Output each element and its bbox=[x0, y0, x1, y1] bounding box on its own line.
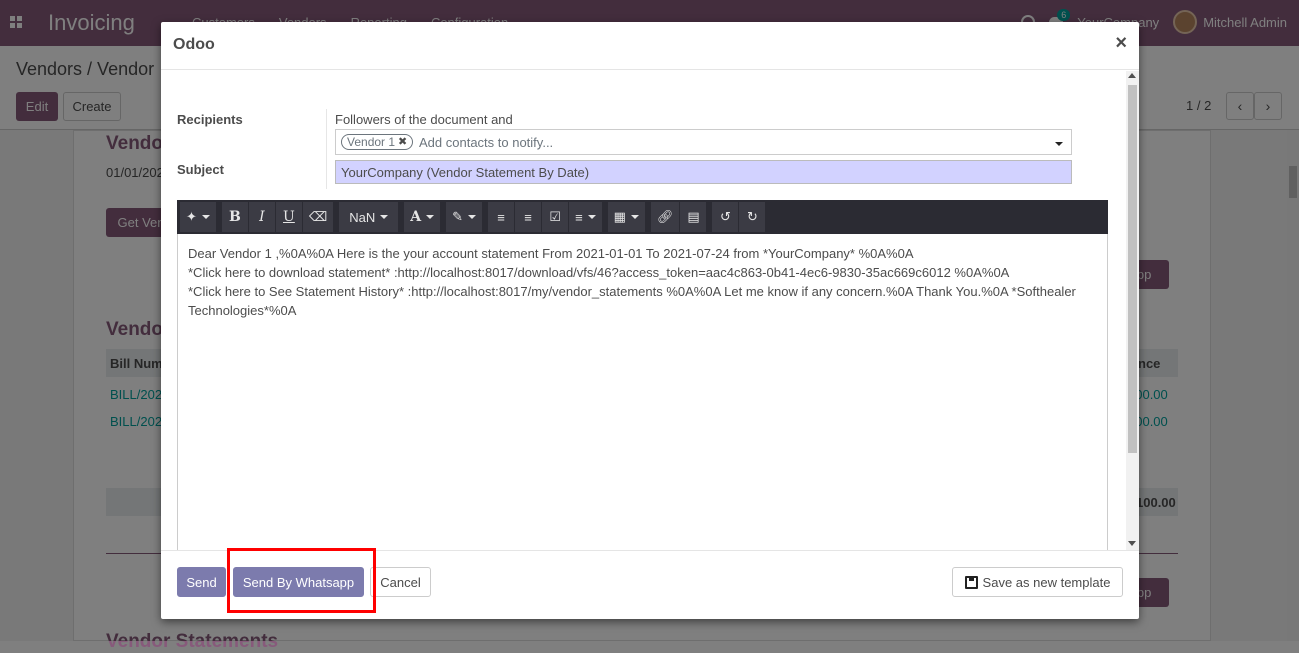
modal-scrollbar[interactable] bbox=[1126, 71, 1139, 550]
followers-text: Followers of the document and bbox=[335, 112, 513, 127]
body-line: *Click here to download statement* :http… bbox=[188, 265, 1010, 280]
email-body-editor[interactable]: Dear Vendor 1 ,%0A%0A Here is the your a… bbox=[177, 234, 1108, 550]
table-icon: ▦ bbox=[613, 209, 626, 224]
highlight-annotation bbox=[227, 548, 376, 613]
save-template-button[interactable]: Save as new template bbox=[952, 567, 1123, 597]
italic-button[interactable]: I bbox=[248, 202, 276, 232]
underline-icon: U bbox=[283, 209, 295, 225]
highlight-color-dropdown[interactable]: ✎ bbox=[446, 202, 484, 232]
underline-button[interactable]: U bbox=[275, 202, 303, 232]
image-button[interactable]: ▤ bbox=[680, 202, 708, 232]
scroll-down-icon[interactable] bbox=[1128, 541, 1136, 546]
floppy-disk-icon bbox=[964, 575, 978, 589]
body-line: *Click here to See Statement History* :h… bbox=[188, 284, 1076, 318]
eraser-icon: ⌫ bbox=[308, 209, 328, 224]
recipients-input[interactable]: Vendor 1 ✖ Add contacts to notify... bbox=[335, 129, 1072, 155]
save-template-label: Save as new template bbox=[982, 574, 1111, 590]
eraser-button[interactable]: ⌫ bbox=[302, 202, 335, 232]
style-dropdown[interactable]: ✦ bbox=[180, 202, 217, 232]
list-ul-icon: ≡ bbox=[497, 209, 505, 225]
italic-icon: I bbox=[259, 209, 265, 225]
cancel-button[interactable]: Cancel bbox=[370, 567, 431, 597]
recipient-tag-label: Vendor 1 bbox=[347, 135, 396, 149]
bullet-list-button[interactable]: ≡ bbox=[488, 202, 516, 232]
editor-toolbar: ✦ B I U ⌫ NaN A ✎ ≡ ≡ ☑ ≡ ▦ 🔗︎ ▤ ↺ ↻ bbox=[177, 200, 1108, 234]
redo-button[interactable]: ↻ bbox=[739, 202, 767, 232]
subject-label: Subject bbox=[177, 162, 224, 177]
send-button[interactable]: Send bbox=[177, 567, 226, 597]
close-icon[interactable]: × bbox=[1115, 32, 1127, 55]
modal-body: Recipients Followers of the document and… bbox=[161, 71, 1139, 550]
list-ol-icon: ≡ bbox=[524, 209, 532, 225]
align-left-icon: ≡ bbox=[575, 209, 583, 225]
font-color-icon: A bbox=[410, 209, 422, 225]
undo-icon: ↺ bbox=[720, 209, 731, 224]
link-button[interactable]: 🔗︎ bbox=[650, 202, 681, 232]
scroll-up-icon[interactable] bbox=[1128, 73, 1136, 78]
link-icon: 🔗︎ bbox=[656, 209, 674, 224]
undo-button[interactable]: ↺ bbox=[712, 202, 740, 232]
body-line: Dear Vendor 1 ,%0A%0A Here is the your a… bbox=[188, 246, 914, 261]
subject-input[interactable] bbox=[335, 160, 1072, 184]
checklist-button[interactable]: ☑ bbox=[542, 202, 570, 232]
table-dropdown[interactable]: ▦ bbox=[607, 202, 646, 232]
magic-wand-icon: ✦ bbox=[186, 209, 197, 224]
paintbrush-icon: ✎ bbox=[452, 209, 464, 224]
font-color-dropdown[interactable]: A bbox=[404, 202, 442, 232]
align-dropdown[interactable]: ≡ bbox=[569, 202, 603, 232]
recipients-placeholder[interactable]: Add contacts to notify... bbox=[419, 135, 553, 150]
label-separator bbox=[326, 109, 327, 189]
remove-tag-icon[interactable]: ✖ bbox=[398, 135, 407, 149]
modal-scrollbar-thumb[interactable] bbox=[1128, 85, 1137, 453]
bold-icon: B bbox=[228, 209, 241, 225]
bold-button[interactable]: B bbox=[221, 202, 249, 232]
redo-icon: ↻ bbox=[747, 209, 758, 224]
font-size-dropdown[interactable]: NaN bbox=[339, 202, 400, 232]
dropdown-caret-icon[interactable] bbox=[1055, 142, 1063, 146]
modal-title: Odoo bbox=[173, 36, 215, 53]
image-icon: ▤ bbox=[687, 209, 700, 224]
recipient-tag: Vendor 1 ✖ bbox=[341, 134, 414, 150]
modal-header: Odoo × bbox=[161, 22, 1139, 70]
compose-email-dialog: Odoo × Recipients Followers of the docum… bbox=[161, 22, 1139, 619]
numbered-list-button[interactable]: ≡ bbox=[515, 202, 543, 232]
checkbox-icon: ☑ bbox=[549, 209, 561, 224]
font-size-value: NaN bbox=[349, 209, 376, 225]
recipients-label: Recipients bbox=[177, 112, 243, 127]
